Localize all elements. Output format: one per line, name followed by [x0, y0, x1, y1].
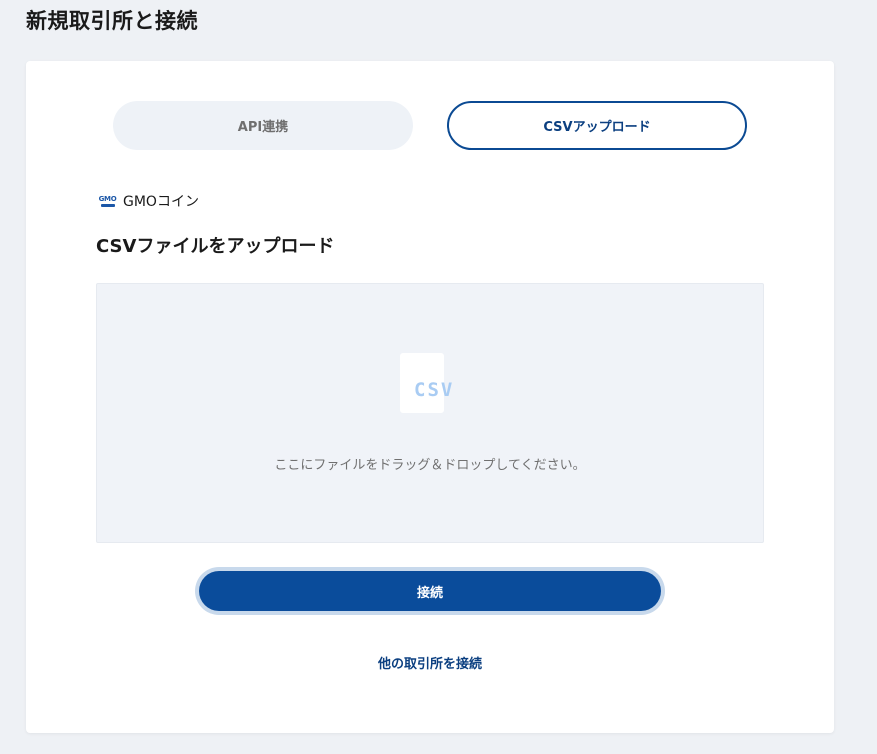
tab-api[interactable]: API連携 — [113, 101, 413, 150]
connect-card: API連携 CSVアップロード GMO GMOコイン CSVファイルをアップロー… — [26, 61, 834, 733]
dropzone-hint: ここにファイルをドラッグ＆ドロップしてください。 — [274, 458, 586, 473]
csv-file-icon-label: CSV — [414, 379, 455, 401]
gmo-coin-logo-icon: GMO — [96, 194, 119, 208]
page-title: 新規取引所と接続 — [26, 9, 198, 33]
exchange-label: GMO GMOコイン — [96, 191, 199, 211]
connect-button-focus-ring: 接続 — [195, 567, 665, 615]
tab-csv-upload[interactable]: CSVアップロード — [447, 101, 747, 150]
file-dropzone[interactable]: CSV ここにファイルをドラッグ＆ドロップしてください。 — [96, 283, 764, 543]
csv-file-icon: CSV — [400, 353, 452, 413]
exchange-name: GMOコイン — [123, 194, 199, 210]
connect-other-exchange-link[interactable]: 他の取引所を接続 — [26, 653, 834, 672]
upload-title: CSVファイルをアップロード — [96, 236, 335, 257]
connect-button[interactable]: 接続 — [199, 571, 661, 611]
